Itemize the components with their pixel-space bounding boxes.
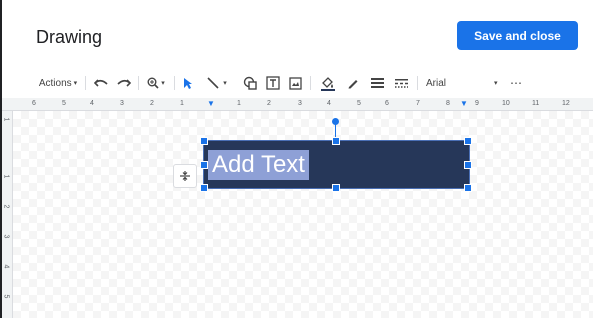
toolbar-divider bbox=[174, 76, 175, 90]
actions-menu[interactable]: Actions ▾ bbox=[34, 68, 82, 98]
fill-color-icon[interactable] bbox=[317, 68, 339, 98]
ruler-tick-label: 10 bbox=[502, 100, 510, 107]
font-name: Arial bbox=[426, 77, 447, 89]
ruler-tick-label: 3 bbox=[120, 100, 124, 107]
border-weight-icon[interactable] bbox=[367, 68, 387, 98]
ruler-tick-label: 1 bbox=[2, 117, 10, 122]
shape-icon[interactable] bbox=[240, 68, 260, 98]
font-select[interactable]: Arial ▾ bbox=[426, 68, 506, 98]
shape-text[interactable]: Add Text bbox=[208, 150, 309, 180]
line-icon bbox=[207, 77, 219, 89]
ruler-tick-label: 4 bbox=[90, 100, 94, 107]
text-box-icon[interactable] bbox=[263, 68, 283, 98]
toolbar-divider bbox=[138, 76, 139, 90]
ruler-tick-label: 2 bbox=[150, 100, 154, 107]
dialog-header: Drawing Save and close bbox=[2, 0, 593, 68]
horizontal-ruler: 6 5 4 3 2 1 1 2 3 4 5 6 7 8 9 10 11 12 ▼ ▼ bbox=[2, 98, 593, 111]
ruler-tick-label: 5 bbox=[2, 294, 10, 299]
ruler-tick-label: 4 bbox=[2, 264, 10, 269]
chevron-down-icon: ▾ bbox=[494, 80, 498, 87]
ruler-tick-label: 5 bbox=[357, 100, 361, 107]
redo-icon[interactable] bbox=[115, 68, 133, 98]
dialog-title: Drawing bbox=[36, 27, 103, 47]
ruler-tick-label: 6 bbox=[385, 100, 389, 107]
ruler-tick-label: 6 bbox=[32, 100, 36, 107]
toolbar: Actions ▾ ▾ ▾ Arial ▾ ⋯ bbox=[2, 68, 593, 98]
ruler-tick-label: 12 bbox=[562, 100, 570, 107]
select-cursor-icon[interactable] bbox=[179, 68, 197, 98]
resize-handle-top[interactable] bbox=[332, 137, 340, 145]
ruler-tick-label: 1 bbox=[180, 100, 184, 107]
ruler-indent-marker-left[interactable]: ▼ bbox=[207, 98, 215, 110]
resize-handle-top-left[interactable] bbox=[200, 137, 208, 145]
vertical-align-button[interactable] bbox=[173, 164, 197, 188]
toolbar-divider bbox=[417, 76, 418, 90]
resize-handle-left[interactable] bbox=[200, 161, 208, 169]
ruler-tick-label: 4 bbox=[327, 100, 331, 107]
image-icon[interactable] bbox=[285, 68, 305, 98]
resize-handle-bottom-left[interactable] bbox=[200, 184, 208, 192]
chevron-down-icon: ▾ bbox=[73, 80, 78, 87]
border-dash-icon[interactable] bbox=[391, 68, 411, 98]
ruler-tick-label: 5 bbox=[62, 100, 66, 107]
chevron-down-icon: ▾ bbox=[223, 80, 227, 87]
resize-handle-bottom-right[interactable] bbox=[464, 184, 472, 192]
resize-handle-bottom[interactable] bbox=[332, 184, 340, 192]
line-tool-menu[interactable]: ▾ bbox=[202, 68, 232, 98]
save-and-close-button[interactable]: Save and close bbox=[457, 21, 578, 50]
toolbar-divider bbox=[85, 76, 86, 90]
zoom-icon bbox=[147, 77, 159, 89]
ruler-tick-label: 2 bbox=[267, 100, 271, 107]
zoom-menu[interactable]: ▾ bbox=[143, 68, 169, 98]
resize-handle-top-right[interactable] bbox=[464, 137, 472, 145]
actions-label: Actions bbox=[38, 77, 72, 89]
ruler-tick-label: 9 bbox=[475, 100, 479, 107]
ruler-tick-label: 8 bbox=[446, 100, 450, 107]
vertical-align-icon bbox=[180, 171, 190, 181]
vertical-ruler: 1 1 2 3 4 5 bbox=[2, 111, 13, 318]
resize-handle-right[interactable] bbox=[464, 161, 472, 169]
toolbar-divider bbox=[310, 76, 311, 90]
undo-icon[interactable] bbox=[92, 68, 110, 98]
ruler-tick-label: 11 bbox=[532, 100, 540, 107]
ruler-tick-label: 1 bbox=[2, 174, 10, 179]
ruler-tick-label: 2 bbox=[2, 204, 10, 209]
ruler-tick-label: 1 bbox=[237, 100, 241, 107]
more-options-icon[interactable]: ⋯ bbox=[507, 68, 525, 98]
border-color-icon[interactable] bbox=[343, 68, 363, 98]
ruler-tick-label: 3 bbox=[2, 234, 10, 239]
ruler-indent-marker-right[interactable]: ▼ bbox=[460, 98, 468, 110]
chevron-down-icon: ▾ bbox=[161, 80, 165, 87]
ruler-tick-label: 3 bbox=[298, 100, 302, 107]
rotate-handle[interactable] bbox=[332, 118, 339, 125]
ruler-tick-label: 7 bbox=[416, 100, 420, 107]
